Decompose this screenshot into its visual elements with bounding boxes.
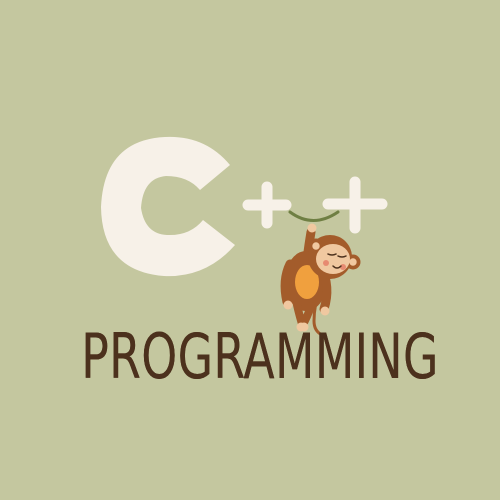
- plus-left-icon: [242, 181, 292, 229]
- cpp-logo: [101, 136, 388, 337]
- plus-right-icon: [322, 176, 388, 234]
- c-letter-icon: [101, 136, 235, 277]
- programming-title: PROGRAMMING: [81, 320, 439, 393]
- poster-canvas: PROGRAMMING: [0, 0, 500, 500]
- monkey-icon: [280, 210, 361, 337]
